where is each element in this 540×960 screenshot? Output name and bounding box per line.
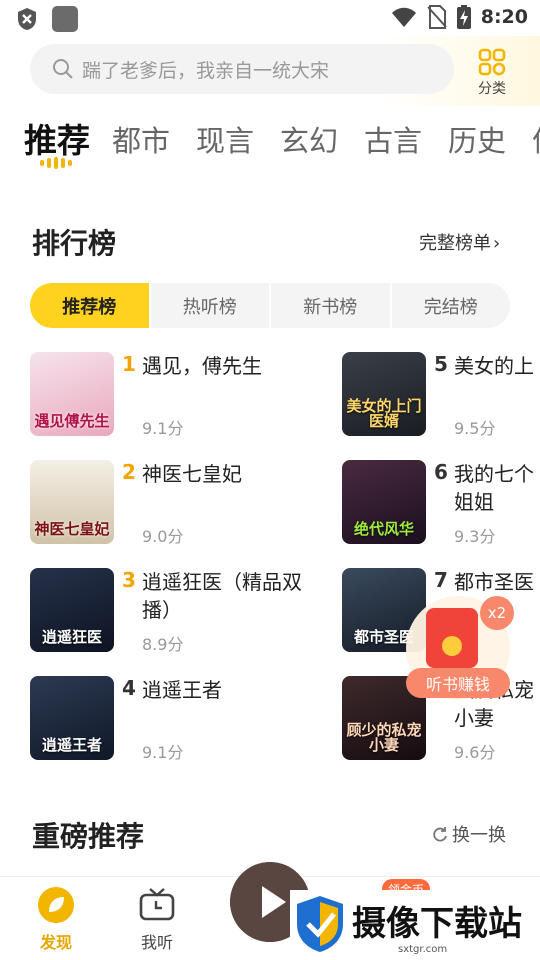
coin-icon	[442, 636, 462, 656]
book-cover: 美女的上门医婿	[342, 352, 426, 436]
cover-text: 逍遥狂医	[41, 628, 102, 647]
reward-float-button[interactable]: x2 听书赚钱	[406, 596, 514, 700]
watermark-text: 摄像下载站	[352, 904, 522, 944]
see-all-link[interactable]: 完整榜单 ›	[419, 229, 500, 255]
refresh-button[interactable]: 换一换	[432, 821, 506, 847]
category-label: 分类	[478, 81, 506, 97]
refresh-label: 换一换	[452, 825, 506, 846]
tab-indicator	[40, 157, 72, 169]
chevron-right-icon: ›	[493, 233, 501, 254]
book-score: 9.1分	[142, 419, 184, 438]
tab-ancient[interactable]: 古言	[364, 118, 422, 160]
book-title: 我的七个姐姐	[454, 462, 534, 514]
book-score: 9.3分	[454, 527, 496, 546]
book-cover: 神医七皇妃	[30, 460, 114, 544]
subtab-hot[interactable]: 热听榜	[151, 283, 271, 328]
grid-icon	[478, 48, 506, 76]
tab-city[interactable]: 都市	[112, 118, 170, 160]
multiplier-badge: x2	[480, 596, 514, 630]
watermark: 摄像下载站 sxtgr.com	[290, 890, 540, 960]
cover-text: 绝代风华	[353, 520, 414, 539]
cover-text: 遇见傅先生	[34, 412, 110, 431]
book-score: 9.5分	[454, 419, 496, 438]
status-bar: 8:20	[0, 0, 540, 36]
book-item[interactable]: 逍遥狂医 3 逍遥狂医（精品双播） 8.9分	[30, 568, 302, 658]
app-square-icon	[52, 6, 78, 32]
book-score: 8.9分	[142, 635, 184, 654]
reward-label: 听书赚钱	[406, 668, 510, 698]
rank-number: 2	[122, 460, 136, 484]
ranking-subtabs: 推荐榜 热听榜 新书榜 完结榜	[30, 283, 510, 328]
status-time: 8:20	[480, 6, 528, 28]
book-title: 美女的上	[454, 354, 534, 378]
book-item[interactable]: 逍遥王者 4 逍遥王者 9.1分	[30, 676, 250, 766]
tab-fantasy[interactable]: 玄幻	[280, 118, 338, 160]
cover-text: 顾少的私宠小妻	[346, 720, 422, 755]
shield-x-icon	[18, 8, 36, 30]
battery-charging-icon	[456, 5, 471, 29]
subtab-new[interactable]: 新书榜	[271, 283, 392, 328]
tab-xianxia[interactable]: 仙	[532, 118, 540, 160]
rank-number: 6	[434, 460, 448, 484]
book-item[interactable]: 绝代风华 6 我的七个姐姐 9.3分	[342, 460, 540, 550]
tab-history[interactable]: 历史	[448, 118, 506, 160]
top-bar: 踹了老爹后，我亲自一统大宋 分类	[0, 36, 540, 106]
cover-text: 美女的上门医婿	[346, 396, 422, 431]
book-title: 遇见，傅先生	[142, 354, 262, 378]
book-item[interactable]: 神医七皇妃 2 神医七皇妃 9.0分	[30, 460, 250, 550]
cover-text: 逍遥王者	[41, 736, 102, 755]
no-sim-icon	[426, 5, 447, 29]
category-tabs: 推荐 都市 现言 玄幻 古言 历史 仙	[0, 110, 540, 170]
leaf-icon	[38, 887, 74, 923]
cover-text: 神医七皇妃	[34, 520, 110, 539]
nav-listening[interactable]: 我听	[138, 887, 176, 953]
book-title: 逍遥王者	[142, 678, 222, 702]
book-title: 神医七皇妃	[142, 462, 242, 486]
ranking-title: 排行榜	[32, 227, 117, 260]
book-cover: 逍遥王者	[30, 676, 114, 760]
book-item[interactable]: 美女的上门医婿 5 美女的上 9.5分	[342, 352, 540, 442]
rank-number: 5	[434, 352, 448, 376]
wifi-icon	[391, 7, 416, 27]
rank-number: 4	[122, 676, 136, 700]
tab-romance[interactable]: 现言	[196, 118, 254, 160]
refresh-icon	[433, 827, 447, 842]
watermark-shield-logo	[297, 896, 343, 952]
featured-title: 重磅推荐	[32, 820, 145, 853]
book-item[interactable]: 遇见傅先生 1 遇见，傅先生 9.1分	[30, 352, 262, 442]
subtab-finished[interactable]: 完结榜	[392, 283, 511, 328]
book-score: 9.0分	[142, 527, 184, 546]
search-placeholder: 踹了老爹后，我亲自一统大宋	[82, 59, 330, 82]
book-title: 逍遥狂医（精品双播）	[142, 570, 302, 622]
book-cover: 遇见傅先生	[30, 352, 114, 436]
tv-icon	[139, 888, 175, 921]
book-cover: 逍遥狂医	[30, 568, 114, 652]
book-score: 9.1分	[142, 743, 184, 762]
subtab-recommend[interactable]: 推荐榜	[30, 283, 151, 328]
see-all-label: 完整榜单	[419, 233, 491, 254]
watermark-url: sxtgr.com	[398, 944, 448, 955]
book-title: 都市圣医	[454, 570, 534, 594]
nav-discover[interactable]: 发现	[38, 887, 74, 953]
tab-recommend[interactable]: 推荐	[24, 114, 90, 162]
search-input[interactable]: 踹了老爹后，我亲自一统大宋	[30, 44, 454, 94]
rank-number: 7	[434, 568, 448, 592]
rank-number: 3	[122, 568, 136, 592]
category-button[interactable]: 分类	[472, 48, 512, 98]
search-icon	[53, 59, 73, 79]
nav-listening-label: 我听	[140, 933, 173, 952]
book-cover: 绝代风华	[342, 460, 426, 544]
rank-number: 1	[122, 352, 136, 376]
book-score: 9.6分	[454, 743, 496, 762]
nav-discover-label: 发现	[39, 933, 72, 952]
